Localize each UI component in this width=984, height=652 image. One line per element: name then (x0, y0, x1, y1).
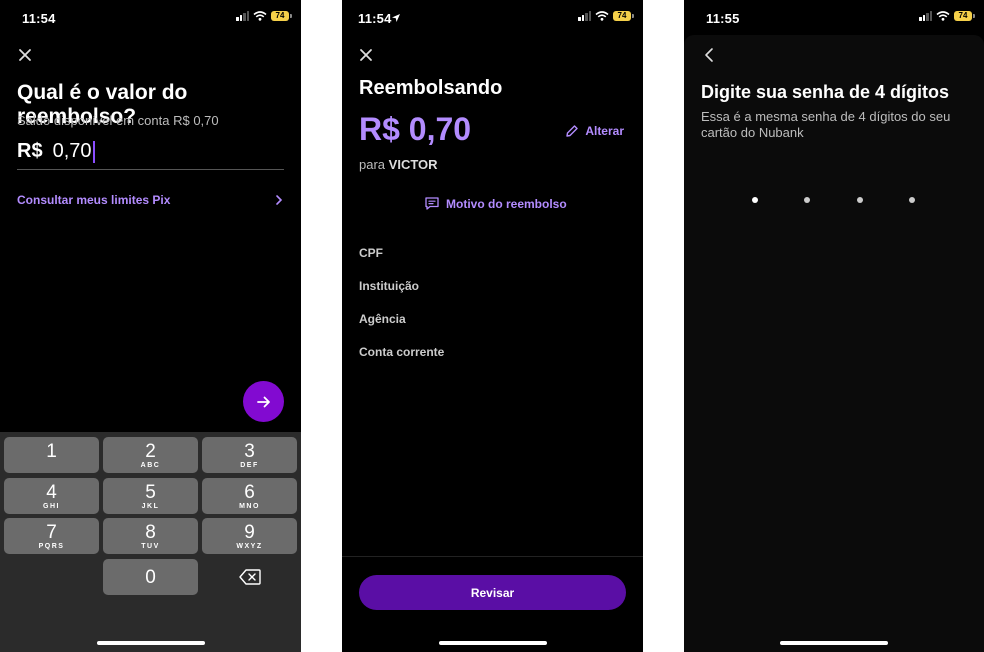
refund-amount: R$ 0,70 (359, 111, 472, 147)
status-time: 11:54 (22, 11, 56, 26)
backspace-key[interactable] (202, 559, 297, 595)
pin-entry-screen: 11:55 74 Digite sua senha de 4 dígitos E… (684, 0, 984, 652)
edit-amount-label: Alterar (585, 124, 624, 138)
field-agency: Agência (359, 312, 406, 326)
chevron-right-icon (276, 195, 283, 205)
pin-dot-2 (804, 197, 810, 203)
location-arrow-icon (392, 14, 400, 22)
wifi-icon (936, 11, 950, 21)
page-subtitle: Essa é a mesma senha de 4 dígitos do seu… (701, 109, 951, 140)
key-1[interactable]: 1 (4, 437, 99, 473)
currency-label: R$ (17, 140, 43, 162)
refund-reason-link[interactable]: Motivo do reembolso (424, 196, 567, 211)
key-2[interactable]: 2 ABC (103, 437, 198, 473)
refund-amount-screen: 11:54 74 Qual é o valor do reembolso? Sa… (0, 0, 301, 652)
field-institution: Instituição (359, 279, 420, 293)
continue-button[interactable] (243, 381, 284, 422)
key-6[interactable]: 6 MNO (202, 478, 297, 514)
refund-reason-label: Motivo do reembolso (446, 196, 567, 211)
arrow-right-icon (256, 396, 270, 407)
amount-underline (17, 169, 284, 170)
refund-review-screen: 11:54 74 Reembolsando R$ 0,70 Alterar pa… (342, 0, 643, 652)
pix-limits-link[interactable]: Consultar meus limites Pix (17, 193, 284, 207)
review-button[interactable]: Revisar (359, 575, 626, 610)
recipient-prefix: para (359, 157, 386, 172)
status-time: 11:55 (706, 11, 740, 26)
available-balance: Saldo disponível em conta R$ 0,70 (17, 113, 219, 128)
wifi-icon (595, 11, 609, 21)
field-cpf: CPF (359, 246, 383, 260)
numeric-keypad: 1 2 ABC 3 DEF 4 GHI 5 JKL 6 MNO 7 PQRS 8 TUV 9W… (0, 432, 301, 652)
close-icon[interactable] (14, 44, 36, 66)
signal-icon (236, 11, 249, 21)
key-0[interactable]: 0 (103, 559, 198, 595)
pin-dot-3 (857, 197, 863, 203)
status-bar: 11:54 74 (342, 0, 643, 36)
key-8[interactable]: 8 TUV (103, 518, 198, 554)
close-icon[interactable] (355, 44, 377, 66)
pin-dot-1 (752, 197, 758, 203)
amount-input[interactable]: R$ 0,70 (17, 140, 95, 163)
recipient-line: para VICTOR (359, 157, 438, 172)
text-caret (92, 140, 95, 163)
edit-amount-button[interactable]: Alterar (565, 124, 624, 138)
recipient-name: VICTOR (388, 157, 438, 172)
home-indicator (96, 641, 205, 645)
key-9[interactable]: 9 WXYZ (202, 518, 297, 554)
home-indicator (780, 641, 888, 645)
key-7[interactable]: 7 PQRS (4, 518, 99, 554)
battery-icon: 74 (271, 11, 292, 21)
divider (342, 556, 643, 557)
page-title: Reembolsando (359, 77, 503, 99)
key-3[interactable]: 3 DEF (202, 437, 297, 473)
message-icon (425, 197, 439, 210)
status-bar: 11:54 74 (0, 0, 301, 36)
backspace-icon (238, 569, 261, 585)
chevron-left-icon[interactable] (700, 45, 720, 65)
signal-icon (919, 11, 932, 21)
amount-value: 0,70 (52, 140, 92, 162)
status-time: 11:54 (358, 11, 392, 26)
key-5[interactable]: 5 JKL (103, 478, 198, 514)
wifi-icon (253, 11, 267, 21)
pin-dot-4 (909, 197, 915, 203)
pencil-icon (566, 125, 579, 137)
status-bar: 11:55 74 (684, 0, 984, 36)
field-account: Conta corrente (359, 345, 445, 359)
battery-icon: 74 (613, 11, 634, 21)
home-indicator (438, 641, 547, 645)
pix-limits-label: Consultar meus limites Pix (17, 193, 171, 207)
signal-icon (578, 11, 591, 21)
page-title: Digite sua senha de 4 dígitos (701, 82, 950, 102)
key-4[interactable]: 4 GHI (4, 478, 99, 514)
battery-icon: 74 (954, 11, 975, 21)
